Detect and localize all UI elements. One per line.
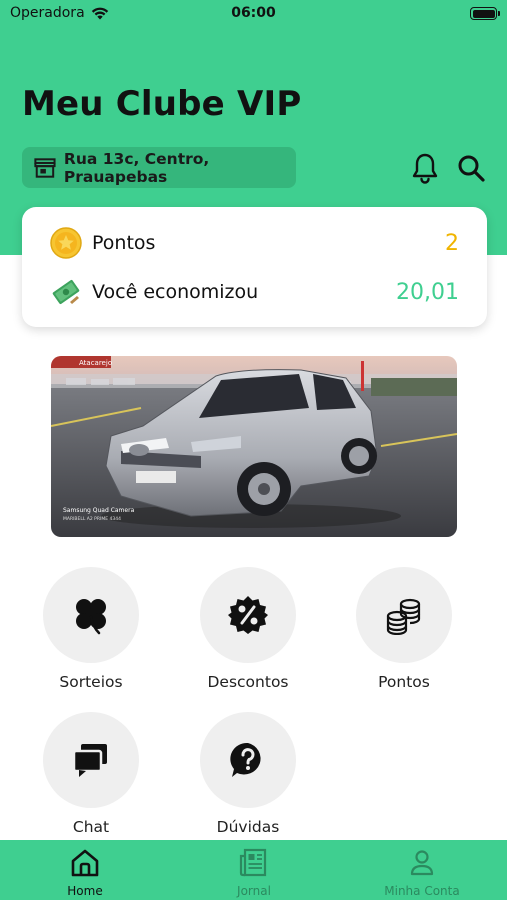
tile-pontos[interactable]: Pontos: [334, 567, 474, 691]
tile-chat[interactable]: Chat: [21, 712, 161, 836]
question-icon: [230, 742, 261, 777]
nav-minha-conta[interactable]: Minha Conta: [362, 840, 482, 900]
savings-row: Você economizou 20,01: [50, 274, 459, 310]
status-bar: Operadora 06:00: [0, 0, 507, 28]
bell-icon[interactable]: [410, 152, 440, 184]
bottom-navigation: Home Jornal Minha Conta: [0, 840, 507, 900]
user-icon: [410, 850, 434, 876]
tile-chat-label: Chat: [72, 818, 110, 836]
coins-icon: [386, 598, 421, 635]
tile-duvidas[interactable]: Dúvidas: [178, 712, 318, 836]
banner-car-photo: Atacarejo Samsung Quad Camera MARIBELL A…: [51, 356, 457, 537]
tile-sorteios-label: Sorteios: [59, 673, 123, 691]
promo-banner[interactable]: Atacarejo Samsung Quad Camera MARIBELL A…: [51, 356, 457, 537]
status-time: 06:00: [231, 5, 276, 21]
nav-jornal-label: Jornal: [237, 884, 271, 898]
battery-icon: [470, 7, 500, 20]
points-label: Pontos: [92, 232, 156, 254]
money-icon: [52, 279, 80, 305]
page-title: Meu Clube VIP: [22, 84, 302, 124]
star-coin-icon: [50, 227, 82, 259]
chat-icon: [72, 744, 107, 777]
home-icon: [71, 849, 99, 877]
tile-pontos-circle[interactable]: [356, 567, 452, 663]
nav-home-label: Home: [67, 884, 103, 898]
points-summary-card[interactable]: Pontos 2 Você economizou 20,01: [22, 207, 487, 327]
newspaper-icon: [239, 848, 267, 877]
tile-pontos-label: Pontos: [378, 673, 430, 691]
banner-camera-brand: Samsung Quad Camera: [63, 507, 135, 514]
tile-descontos-circle[interactable]: [200, 567, 296, 663]
nav-jornal[interactable]: Jornal: [194, 840, 314, 900]
banner-camera-credit: MARIBELL A2 PRIME 4344: [63, 516, 121, 522]
tile-descontos-label: Descontos: [207, 673, 289, 691]
store-address: Rua 13c, Centro, Prauapebas: [63, 149, 210, 186]
store-icon: [34, 157, 56, 178]
savings-value: 20,01: [396, 279, 459, 305]
tile-descontos[interactable]: Descontos: [178, 567, 318, 691]
tile-duvidas-label: Dúvidas: [216, 818, 280, 836]
nav-minha-conta-label: Minha Conta: [384, 884, 460, 898]
points-row: Pontos 2: [50, 225, 459, 261]
search-icon[interactable]: [456, 153, 486, 183]
tile-duvidas-circle[interactable]: [200, 712, 296, 808]
percent-badge-icon: [228, 596, 268, 634]
tile-chat-circle[interactable]: [43, 712, 139, 808]
savings-label: Você economizou: [92, 281, 259, 303]
nav-home[interactable]: Home: [25, 840, 145, 900]
banner-store-sign: Atacarejo: [79, 359, 112, 367]
tile-sorteios-circle[interactable]: [43, 567, 139, 663]
clover-icon: [76, 599, 106, 635]
points-value: 2: [445, 230, 459, 256]
store-address-selector[interactable]: Rua 13c, Centro, Prauapebas: [22, 147, 296, 188]
tile-sorteios[interactable]: Sorteios: [21, 567, 161, 691]
